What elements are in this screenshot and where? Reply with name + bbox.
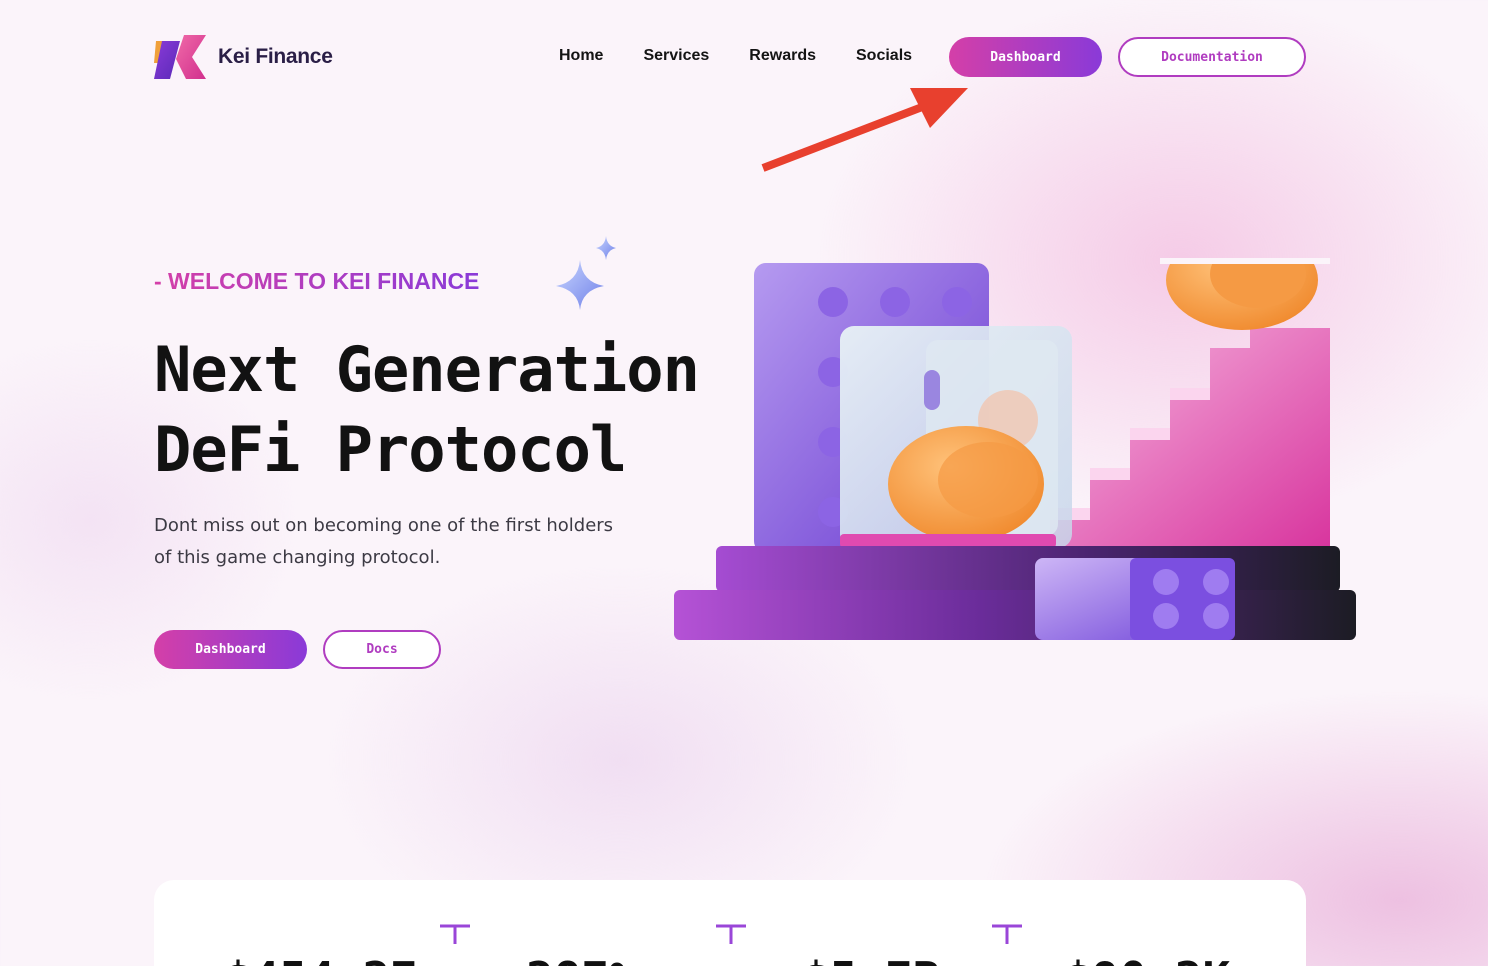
hero-title-line-2: DeFi Protocol — [154, 413, 627, 486]
hero-eyebrow: - WELCOME TO KEI FINANCE — [154, 268, 480, 294]
stat-value: $454.27 — [224, 952, 418, 966]
stat-divider-icon — [992, 924, 1022, 944]
hero-description: Dont miss out on becoming one of the fir… — [154, 515, 614, 568]
nav-socials[interactable]: Socials — [856, 47, 912, 65]
brand-name: Kei Finance — [218, 45, 333, 68]
stat-divider-icon — [440, 924, 470, 944]
kei-k-logo-icon — [154, 35, 206, 79]
hero-docs-button[interactable]: Docs — [323, 630, 441, 669]
nav-dashboard-button[interactable]: Dashboard — [949, 37, 1102, 77]
nav-home[interactable]: Home — [559, 47, 603, 65]
nav-rewards[interactable]: Rewards — [749, 47, 816, 65]
brand-logo[interactable]: Kei Finance — [154, 33, 333, 81]
stat-divider-icon — [716, 924, 746, 944]
main-nav: Home Services Rewards Socials — [559, 36, 912, 76]
nav-services[interactable]: Services — [643, 47, 709, 65]
hero-title-line-1: Next Generation — [154, 333, 700, 406]
sparkle-icon — [556, 236, 616, 310]
hero-dashboard-button[interactable]: Dashboard — [154, 630, 307, 669]
nav-documentation-button[interactable]: Documentation — [1118, 37, 1306, 77]
stat-value: 287% — [526, 952, 637, 966]
hero-illustration — [674, 258, 1356, 640]
stat-value: $90.2K — [1064, 952, 1230, 966]
stats-card: $454.27 287% $5.7B $90.2K — [154, 880, 1306, 966]
hero-title: Next Generation DeFi Protocol — [154, 330, 700, 490]
stat-value: $5.7B — [802, 952, 940, 966]
